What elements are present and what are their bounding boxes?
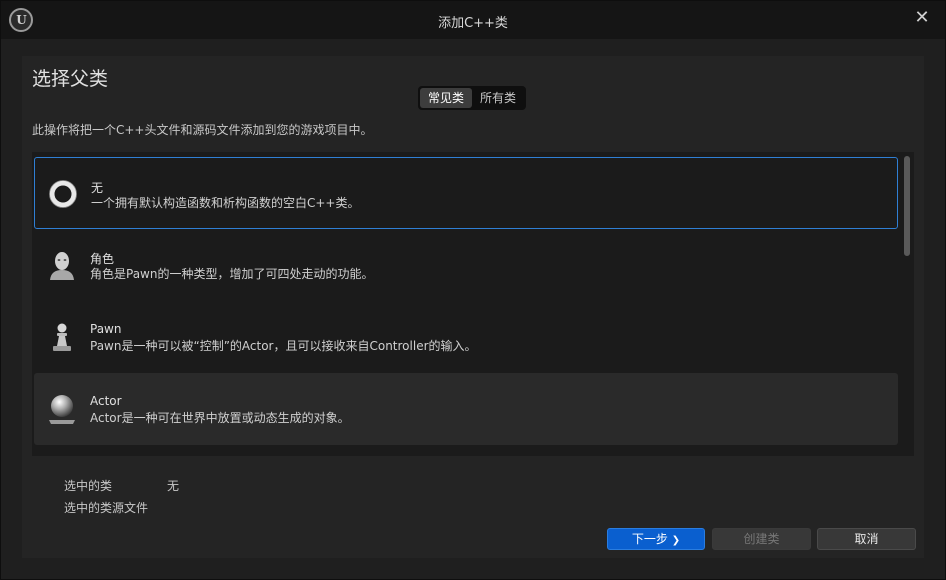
class-description: Actor是一种可在世界中放置或动态生成的对象。 xyxy=(90,411,350,425)
class-description: 角色是Pawn的一种类型，增加了可四处走动的功能。 xyxy=(90,267,374,281)
selected-class-label: 选中的类 xyxy=(64,479,113,493)
window-title: 添加C++类 xyxy=(438,16,508,31)
tab-common-classes[interactable]: 常见类 xyxy=(420,88,473,108)
create-class-button[interactable]: 创建类 xyxy=(712,528,811,550)
next-button-label: 下一步 xyxy=(631,532,668,546)
class-filter-tabs: 常见类 所有类 xyxy=(418,86,527,110)
class-description: 一个拥有默认构造函数和析构函数的空白C++类。 xyxy=(91,196,360,210)
selected-class-value: 无 xyxy=(167,479,180,493)
cancel-button[interactable]: 取消 xyxy=(817,528,916,550)
pawn-icon xyxy=(46,321,78,353)
class-item-character[interactable]: 角色 角色是Pawn的一种类型，增加了可四处走动的功能。 xyxy=(34,229,898,301)
next-button[interactable]: 下一步 ❯ xyxy=(607,528,705,550)
class-item-pawn[interactable]: Pawn Pawn是一种可以被“控制”的Actor，且可以接收来自Control… xyxy=(34,301,898,373)
page-title: 选择父类 xyxy=(32,68,109,90)
tab-all-classes[interactable]: 所有类 xyxy=(472,88,524,108)
class-name: Pawn xyxy=(90,322,122,336)
selected-source-file-label: 选中的类源文件 xyxy=(64,501,149,515)
actor-sphere-icon xyxy=(46,393,78,425)
class-list: 无 一个拥有默认构造函数和析构函数的空白C++类。 角色 角色是Pawn的一种类… xyxy=(32,152,914,456)
close-icon: ✕ xyxy=(914,6,930,28)
title-bar: U 添加C++类 ✕ xyxy=(1,1,945,39)
choose-parent-panel: 选择父类 常见类 所有类 此操作将把一个C++头文件和源码文件添加到您的游戏项目… xyxy=(22,56,924,558)
class-item-none[interactable]: 无 一个拥有默认构造函数和析构函数的空白C++类。 xyxy=(34,157,898,229)
character-icon xyxy=(46,249,78,281)
add-cpp-class-window: U 添加C++类 ✕ 选择父类 常见类 所有类 此操作将把一个C++头文件和源码… xyxy=(0,0,946,580)
class-list-scrollbar[interactable] xyxy=(904,156,910,256)
chevron-right-icon: ❯ xyxy=(671,535,681,546)
panel-description: 此操作将把一个C++头文件和源码文件添加到您的游戏项目中。 xyxy=(32,123,373,137)
ring-icon xyxy=(47,178,79,210)
class-item-actor[interactable]: Actor Actor是一种可在世界中放置或动态生成的对象。 xyxy=(34,373,898,445)
close-button[interactable]: ✕ xyxy=(909,5,935,29)
class-name: Actor xyxy=(90,394,122,408)
class-description: Pawn是一种可以被“控制”的Actor，且可以接收来自Controller的输… xyxy=(90,339,477,353)
